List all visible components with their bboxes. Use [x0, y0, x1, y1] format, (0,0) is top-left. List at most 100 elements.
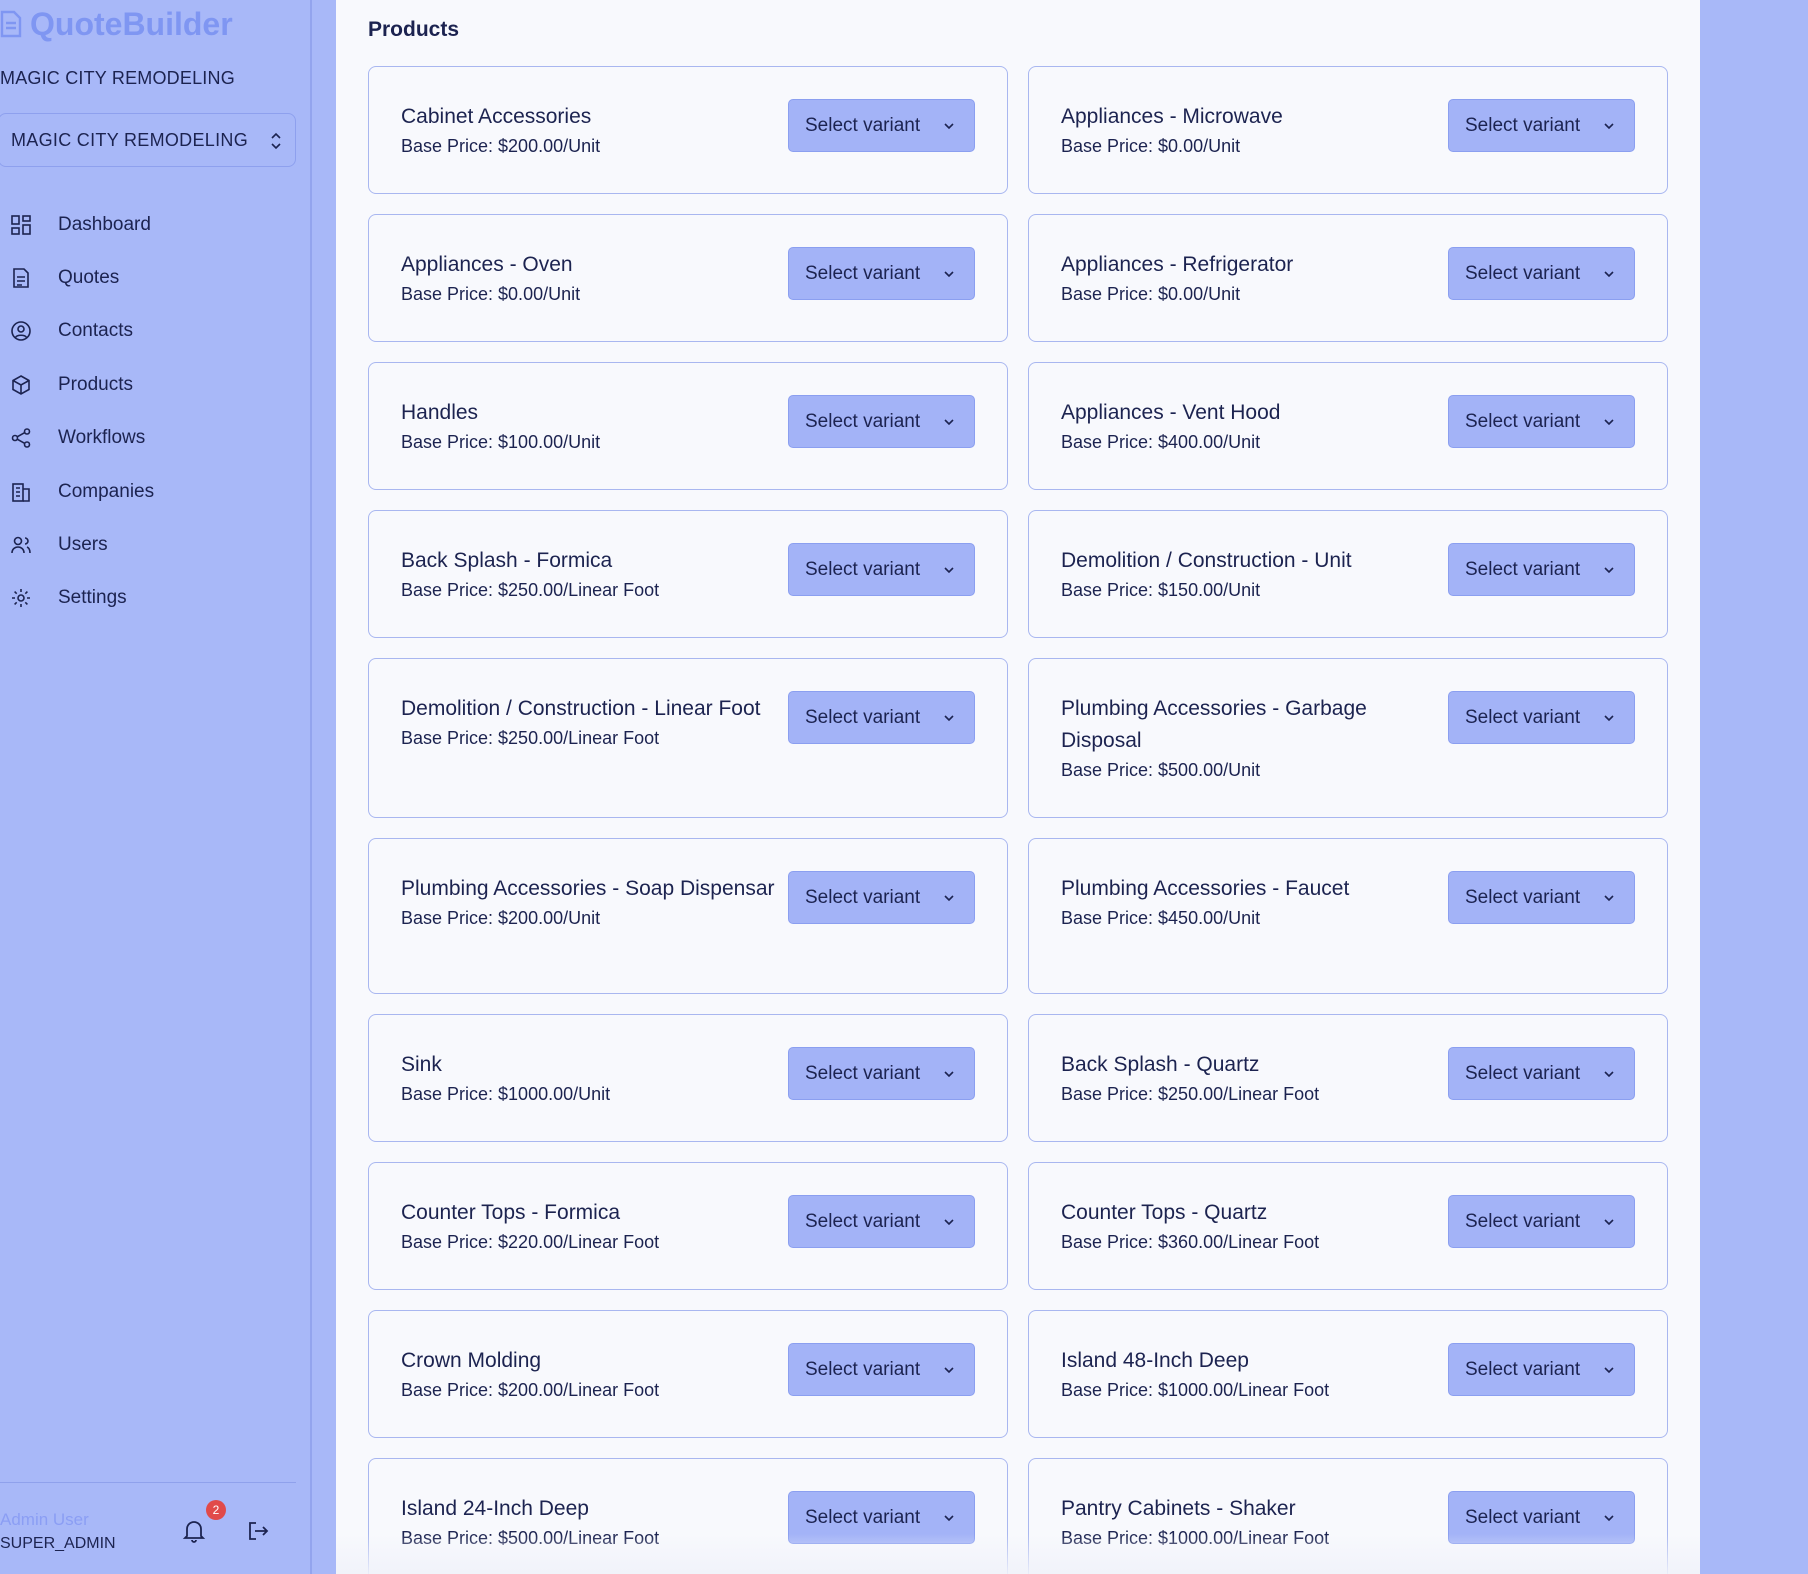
sidebar-item-dashboard[interactable]: Dashboard	[0, 198, 300, 251]
product-name: Appliances - Oven	[401, 253, 573, 276]
product-card: Appliances - Vent Hood Base Price: $400.0…	[1028, 362, 1668, 490]
notification-badge: 2	[206, 1500, 226, 1520]
sidebar-item-companies[interactable]: Companies	[0, 465, 300, 518]
product-info: Plumbing Accessories - Garbage Disposal B…	[1061, 693, 1451, 783]
select-variant-label: Select variant	[805, 1062, 921, 1084]
product-name: Plumbing Accessories - Garbage Disposal	[1061, 697, 1367, 752]
select-variant-button[interactable]: Select variant	[788, 395, 975, 448]
product-card: Appliances - Oven Base Price: $0.00/Unit S…	[368, 214, 1008, 342]
sidebar-item-users[interactable]: Users	[0, 518, 300, 571]
sidebar-item-label: Settings	[58, 587, 127, 609]
product-base-price: Base Price: $250.00/Linear Foot	[401, 580, 660, 600]
select-variant-button[interactable]: Select variant	[1448, 1343, 1635, 1396]
sidebar-item-contacts[interactable]: Contacts	[0, 305, 300, 358]
product-card: Appliances - Microwave Base Price: $0.00/…	[1028, 66, 1668, 194]
chevron-down-icon	[944, 895, 954, 902]
chevron-down-icon	[944, 567, 954, 574]
product-base-price: Base Price: $100.00/Unit	[401, 432, 601, 452]
select-variant-button[interactable]: Select variant	[1448, 247, 1635, 300]
select-variant-button[interactable]: Select variant	[1448, 691, 1635, 744]
logout-icon[interactable]	[246, 1519, 270, 1543]
chevron-down-icon	[944, 1219, 954, 1226]
select-variant-button[interactable]: Select variant	[788, 1343, 975, 1396]
product-base-price: Base Price: $250.00/Linear Foot	[401, 728, 660, 748]
chevron-down-icon	[1604, 123, 1614, 130]
product-base-price: Base Price: $150.00/Unit	[1061, 580, 1261, 600]
product-info: Back Splash - Quartz Base Price: $250.00/…	[1061, 1049, 1451, 1107]
user-circle-icon	[10, 320, 32, 342]
select-variant-label: Select variant	[805, 262, 921, 284]
product-name: Island 48-Inch Deep	[1061, 1349, 1249, 1372]
select-variant-label: Select variant	[1465, 410, 1581, 432]
product-card: Demolition / Construction - Unit Base Pri…	[1028, 510, 1668, 638]
select-variant-button[interactable]: Select variant	[788, 871, 975, 924]
sidebar-item-label: Dashboard	[58, 213, 151, 235]
product-name: Counter Tops - Quartz	[1061, 1201, 1268, 1224]
sidebar: QuoteBuilder MAGIC CITY REMODELING MAGIC…	[0, 0, 312, 1574]
sidebar-item-quotes[interactable]: Quotes	[0, 251, 300, 304]
dashboard-icon	[10, 214, 32, 236]
scroll-fade	[336, 1534, 1700, 1574]
sidebar-nav: Dashboard Quotes Contacts Products Workf…	[0, 198, 300, 625]
chevron-down-icon	[944, 1071, 954, 1078]
chevron-down-icon	[1604, 1071, 1614, 1078]
product-card: Crown Molding Base Price: $200.00/Linear …	[368, 1310, 1008, 1438]
brand-logo[interactable]: QuoteBuilder	[0, 4, 233, 44]
product-name: Appliances - Microwave	[1061, 105, 1283, 128]
select-variant-button[interactable]: Select variant	[1448, 871, 1635, 924]
product-name: Cabinet Accessories	[401, 105, 592, 128]
sidebar-item-settings[interactable]: Settings	[0, 572, 300, 625]
select-variant-button[interactable]: Select variant	[788, 1047, 975, 1100]
chevron-down-icon	[944, 123, 954, 130]
select-variant-label: Select variant	[1465, 1210, 1581, 1232]
chevron-down-icon	[1604, 715, 1614, 722]
product-info: Demolition / Construction - Linear Foot B…	[401, 693, 791, 751]
chevron-down-icon	[1604, 1515, 1614, 1522]
select-variant-button[interactable]: Select variant	[788, 99, 975, 152]
product-info: Appliances - Microwave Base Price: $0.00/…	[1061, 101, 1451, 159]
app-title: QuoteBuilder	[30, 5, 233, 42]
organization-select-value: MAGIC CITY REMODELING	[11, 129, 248, 150]
select-variant-button[interactable]: Select variant	[1448, 1047, 1635, 1100]
product-info: Demolition / Construction - Unit Base Pri…	[1061, 545, 1451, 603]
sidebar-item-products[interactable]: Products	[0, 358, 300, 411]
select-variant-button[interactable]: Select variant	[1448, 99, 1635, 152]
product-base-price: Base Price: $0.00/Unit	[401, 284, 581, 304]
select-variant-label: Select variant	[1465, 706, 1581, 728]
main-content: Products Cabinet Accessories Base Price: …	[336, 0, 1700, 1574]
product-info: Back Splash - Formica Base Price: $250.00…	[401, 545, 791, 603]
product-info: Handles Base Price: $100.00/Unit	[401, 397, 791, 455]
sidebar-item-label: Users	[58, 534, 108, 556]
sidebar-item-workflows[interactable]: Workflows	[0, 412, 300, 465]
product-name: Plumbing Accessories - Faucet	[1061, 877, 1350, 900]
product-name: Plumbing Accessories - Soap Dispensar	[401, 877, 775, 900]
chevron-down-icon	[944, 419, 954, 426]
select-variant-button[interactable]: Select variant	[1448, 395, 1635, 448]
product-name: Appliances - Vent Hood	[1061, 401, 1281, 424]
product-base-price: Base Price: $0.00/Unit	[1061, 136, 1241, 156]
sidebar-item-label: Contacts	[58, 320, 133, 342]
product-info: Sink Base Price: $1000.00/Unit	[401, 1049, 791, 1107]
sidebar-item-label: Quotes	[58, 267, 120, 289]
product-base-price: Base Price: $450.00/Unit	[1061, 908, 1261, 928]
chevron-down-icon	[944, 1367, 954, 1374]
select-variant-button[interactable]: Select variant	[788, 691, 975, 744]
product-info: Island 48-Inch Deep Base Price: $1000.00/…	[1061, 1345, 1451, 1403]
share-icon	[10, 427, 32, 449]
select-variant-button[interactable]: Select variant	[788, 543, 975, 596]
product-info: Cabinet Accessories Base Price: $200.00/U…	[401, 101, 791, 159]
organization-select[interactable]: MAGIC CITY REMODELING	[0, 113, 296, 167]
select-variant-button[interactable]: Select variant	[1448, 1195, 1635, 1248]
select-variant-button[interactable]: Select variant	[788, 247, 975, 300]
bell-icon[interactable]	[182, 1518, 206, 1544]
product-name: Sink	[401, 1053, 442, 1076]
product-card: Plumbing Accessories - Soap Dispensar Bas…	[368, 838, 1008, 994]
select-variant-button[interactable]: Select variant	[1448, 543, 1635, 596]
select-variant-button[interactable]: Select variant	[788, 1195, 975, 1248]
package-icon	[10, 374, 32, 396]
chevron-down-icon	[944, 715, 954, 722]
select-variant-label: Select variant	[1465, 114, 1581, 136]
product-base-price: Base Price: $400.00/Unit	[1061, 432, 1261, 452]
product-card: Back Splash - Quartz Base Price: $250.00/…	[1028, 1014, 1668, 1142]
product-base-price: Base Price: $200.00/Linear Foot	[401, 1380, 660, 1400]
